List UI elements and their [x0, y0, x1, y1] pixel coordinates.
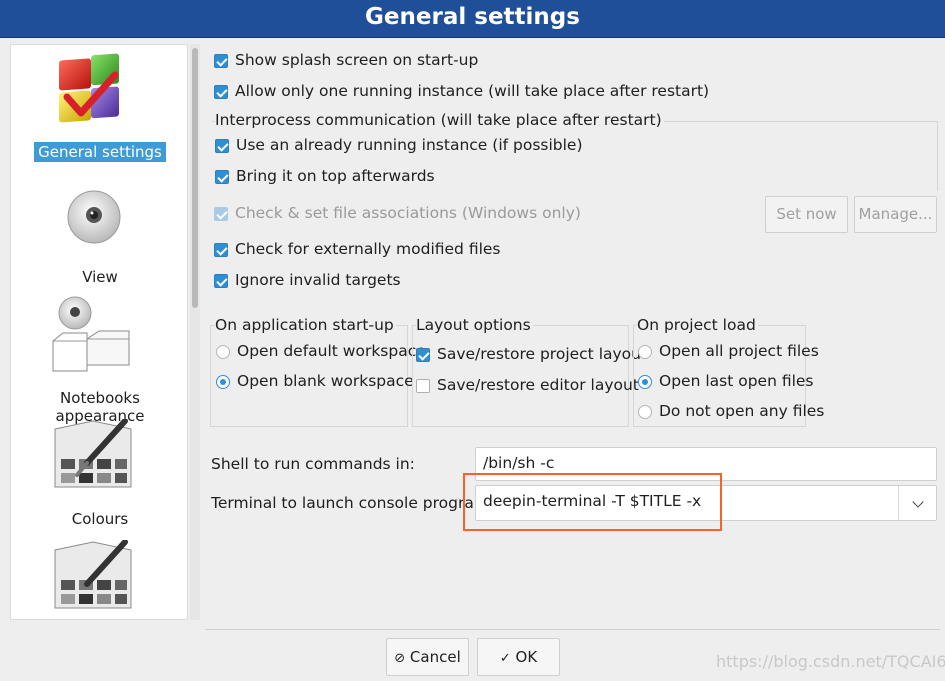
ignore-invalid-checkbox[interactable]: [214, 274, 228, 288]
view-eye-icon[interactable]: [65, 188, 123, 246]
ok-button[interactable]: ✓ OK: [477, 638, 560, 676]
cancel-button-label: Cancel: [409, 648, 461, 666]
window-title: General settings: [365, 4, 580, 30]
splash-label: Show splash screen on start-up: [235, 51, 479, 69]
external-modified-checkbox[interactable]: [214, 243, 228, 257]
check-icon: ✓: [499, 651, 511, 666]
single-instance-label: Allow only one running instance (will ta…: [235, 82, 710, 100]
shell-input-value: /bin/sh -c: [483, 454, 555, 472]
sidebar-item-label: View: [82, 268, 118, 286]
external-modified-label: Check for externally modified files: [235, 240, 501, 258]
open-blank-workspace-label: Open blank workspace: [237, 372, 414, 390]
colours-palette-icon[interactable]: [53, 418, 133, 491]
general-settings-icon[interactable]: [53, 53, 127, 127]
save-project-layout-label: Save/restore project layout: [437, 345, 648, 363]
open-default-workspace-label: Open default workspace: [237, 342, 426, 360]
splash-checkbox[interactable]: [214, 54, 228, 68]
project-load-group-title: On project load: [637, 316, 758, 334]
save-editor-layout-label: Save/restore editor layout: [437, 376, 639, 394]
shell-label: Shell to run commands in:: [211, 455, 415, 473]
file-associations-checkbox[interactable]: [214, 207, 228, 221]
open-blank-workspace-radio[interactable]: [216, 375, 230, 389]
title-bar: General settings: [0, 0, 945, 38]
footer-separator: [205, 629, 940, 630]
sidebar-item-view[interactable]: View: [11, 267, 187, 287]
cancel-button[interactable]: ⊘ Cancel: [386, 638, 469, 676]
save-project-layout-checkbox[interactable]: [416, 348, 430, 362]
open-all-project-files-label: Open all project files: [659, 342, 819, 360]
sidebar: General settings View Notebooks appearan…: [10, 44, 188, 620]
ok-button-label: OK: [515, 648, 538, 666]
sidebar-item-label: General settings: [34, 142, 166, 162]
use-running-instance-label: Use an already running instance (if poss…: [236, 136, 583, 154]
bring-on-top-label: Bring it on top afterwards: [236, 167, 435, 185]
open-default-workspace-radio[interactable]: [216, 345, 230, 359]
palette-icon[interactable]: [53, 539, 133, 612]
sidebar-item-general-settings[interactable]: General settings: [11, 142, 187, 162]
sidebar-item-colours[interactable]: Colours: [11, 509, 187, 529]
terminal-label: Terminal to launch console programs:: [211, 494, 503, 512]
annotation-highlight-box: [463, 473, 722, 531]
sidebar-scrollbar[interactable]: [190, 44, 200, 620]
file-associations-label: Check & set file associations (Windows o…: [235, 204, 581, 222]
ignore-invalid-label: Ignore invalid targets: [235, 271, 401, 289]
single-instance-checkbox[interactable]: [214, 85, 228, 99]
layout-group-title: Layout options: [416, 316, 533, 334]
manage-button[interactable]: Manage...: [854, 196, 937, 233]
open-last-open-files-radio[interactable]: [638, 375, 652, 389]
sidebar-item-label: Colours: [71, 510, 129, 528]
chevron-down-icon[interactable]: [898, 486, 936, 520]
use-running-instance-checkbox[interactable]: [215, 139, 229, 153]
do-not-open-files-label: Do not open any files: [659, 402, 825, 420]
do-not-open-files-radio[interactable]: [638, 405, 652, 419]
ipc-group-title: Interprocess communication (will take pl…: [215, 111, 664, 129]
scrollbar-thumb[interactable]: [192, 48, 198, 308]
cancel-icon: ⊘: [394, 651, 406, 666]
open-all-project-files-radio[interactable]: [638, 345, 652, 359]
save-editor-layout-checkbox[interactable]: [416, 379, 430, 393]
bring-on-top-checkbox[interactable]: [215, 170, 229, 184]
watermark: https://blog.csdn.net/TQCAI666: [716, 652, 945, 671]
startup-group-title: On application start-up: [215, 316, 396, 334]
set-now-button[interactable]: Set now: [765, 196, 848, 233]
open-last-open-files-label: Open last open files: [659, 372, 814, 390]
notebooks-icon[interactable]: [51, 295, 133, 375]
